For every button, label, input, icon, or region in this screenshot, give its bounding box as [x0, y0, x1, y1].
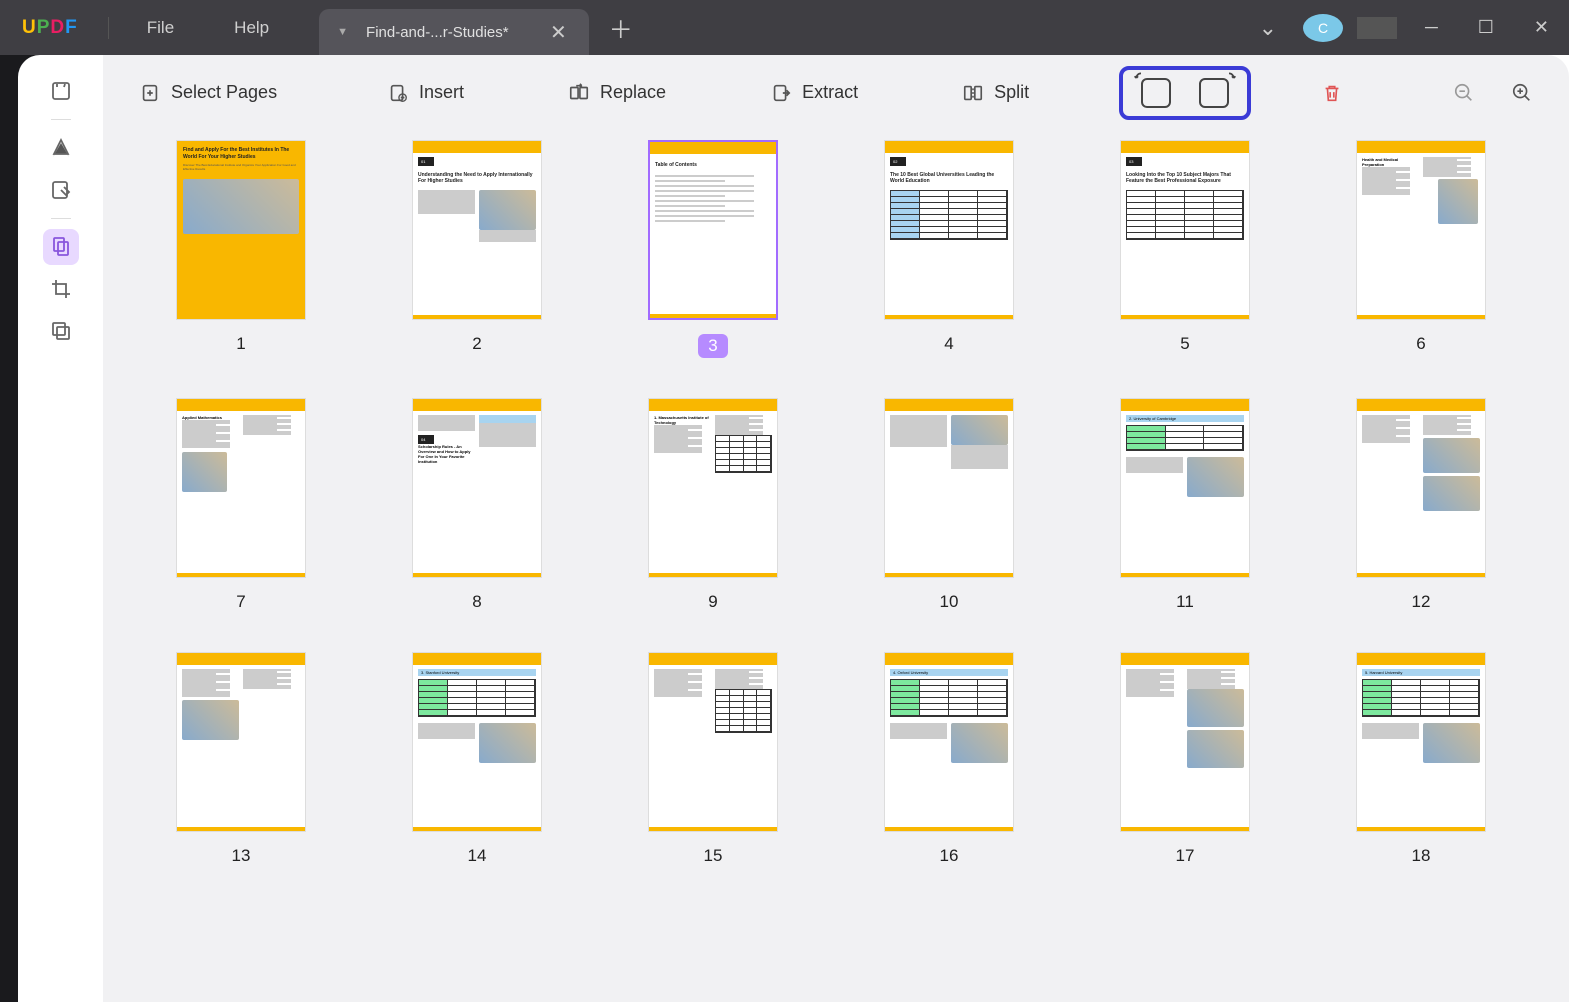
sidebar-crop[interactable] — [43, 271, 79, 307]
page-thumbnail[interactable]: 10 — [861, 398, 1037, 612]
page-thumbnail[interactable]: 3. Stanford University 14 — [389, 652, 565, 866]
page-number: 14 — [468, 846, 487, 866]
thumbnail-preview: 4. Oxford University — [884, 652, 1014, 832]
menu-file[interactable]: File — [117, 18, 204, 38]
page-number: 12 — [1412, 592, 1431, 612]
select-pages-button[interactable]: Select Pages — [125, 74, 291, 112]
divider — [1357, 17, 1397, 39]
thumbnail-preview: 3. Stanford University — [412, 652, 542, 832]
page-thumbnail[interactable]: 4. Oxford University 16 — [861, 652, 1037, 866]
page-thumbnail[interactable]: 04Scholarship Rules - An Overview and Ho… — [389, 398, 565, 612]
thumbnail-preview: Applied Mathematics — [176, 398, 306, 578]
split-button[interactable]: Split — [948, 74, 1043, 112]
page-number: 2 — [472, 334, 481, 354]
tab-dropdown-icon[interactable]: ▼ — [337, 26, 348, 38]
tab-title: Find-and-...r-Studies* — [366, 24, 536, 41]
close-button[interactable]: ✕ — [1514, 17, 1569, 38]
sidebar — [18, 55, 103, 1002]
page-number: 6 — [1416, 334, 1425, 354]
thumbnail-preview — [1120, 652, 1250, 832]
sidebar-organize[interactable] — [43, 229, 79, 265]
thumbnail-preview: 5. Harvard University — [1356, 652, 1486, 832]
main-panel: Select Pages Insert Replace Extract — [103, 55, 1569, 1002]
page-thumbnail[interactable]: 03Looking Into the Top 10 Subject Majors… — [1097, 140, 1273, 358]
page-number: 18 — [1412, 846, 1431, 866]
thumbnail-preview — [1356, 398, 1486, 578]
thumbnail-preview: 02The 10 Best Global Universities Leadin… — [884, 140, 1014, 320]
page-number: 5 — [1180, 334, 1189, 354]
page-thumbnail[interactable]: 13 — [153, 652, 329, 866]
sidebar-tools[interactable] — [43, 313, 79, 349]
page-number: 1 — [236, 334, 245, 354]
menu-help[interactable]: Help — [204, 18, 299, 38]
thumbnail-preview: Table of Contents — [648, 140, 778, 320]
zoom-in-button[interactable] — [1497, 74, 1547, 112]
page-number: 7 — [236, 592, 245, 612]
thumbnail-preview — [648, 652, 778, 832]
thumbnail-preview: Find and Apply For the Best Institutes I… — [176, 140, 306, 320]
delete-page-button[interactable] — [1307, 74, 1357, 112]
page-thumbnail[interactable]: 15 — [625, 652, 801, 866]
rotate-right-button[interactable] — [1199, 78, 1229, 108]
titlebar: UPDF File Help ▼ Find-and-...r-Studies* … — [0, 0, 1569, 55]
page-thumbnail[interactable]: 12 — [1333, 398, 1509, 612]
page-thumbnail[interactable]: 17 — [1097, 652, 1273, 866]
insert-button[interactable]: Insert — [373, 74, 478, 112]
page-number: 8 — [472, 592, 481, 612]
app-logo: UPDF — [0, 17, 100, 39]
sidebar-reader[interactable] — [43, 73, 79, 109]
thumbnail-preview: 04Scholarship Rules - An Overview and Ho… — [412, 398, 542, 578]
page-number: 16 — [940, 846, 959, 866]
maximize-button[interactable]: ☐ — [1458, 17, 1514, 38]
thumbnail-grid: Find and Apply For the Best Institutes I… — [153, 140, 1509, 866]
page-number: 4 — [944, 334, 953, 354]
thumbnail-preview: 01Understanding the Need to Apply Intern… — [412, 140, 542, 320]
page-thumbnail[interactable]: 1. Massachusetts Institute of Technology… — [625, 398, 801, 612]
document-tab[interactable]: ▼ Find-and-...r-Studies* ✕ — [319, 9, 589, 55]
page-number: 10 — [940, 592, 959, 612]
close-tab-icon[interactable]: ✕ — [546, 20, 571, 45]
page-thumbnail[interactable]: 01Understanding the Need to Apply Intern… — [389, 140, 565, 358]
extract-button[interactable]: Extract — [756, 74, 872, 112]
thumbnail-grid-scroll[interactable]: Find and Apply For the Best Institutes I… — [103, 130, 1569, 1002]
page-number: 3 — [698, 334, 727, 358]
organize-toolbar: Select Pages Insert Replace Extract — [103, 55, 1569, 130]
page-number: 11 — [1176, 592, 1194, 612]
thumbnail-preview — [884, 398, 1014, 578]
page-number: 17 — [1176, 846, 1195, 866]
page-number: 13 — [232, 846, 251, 866]
add-tab-button[interactable]: ＋ — [589, 10, 653, 45]
sidebar-comment[interactable] — [43, 130, 79, 166]
page-thumbnail[interactable]: Applied Mathematics 7 — [153, 398, 329, 612]
window-controls: ⌄ C ─ ☐ ✕ — [1239, 14, 1569, 42]
page-number: 15 — [704, 846, 723, 866]
thumbnail-preview: 03Looking Into the Top 10 Subject Majors… — [1120, 140, 1250, 320]
zoom-out-button[interactable] — [1439, 74, 1489, 112]
replace-button[interactable]: Replace — [554, 74, 680, 112]
page-thumbnail[interactable]: Health and Medical Preparation 6 — [1333, 140, 1509, 358]
thumbnail-preview: 1. Massachusetts Institute of Technology — [648, 398, 778, 578]
sidebar-edit[interactable] — [43, 172, 79, 208]
page-thumbnail[interactable]: 2. University of Cambridge 11 — [1097, 398, 1273, 612]
page-thumbnail[interactable]: 02The 10 Best Global Universities Leadin… — [861, 140, 1037, 358]
page-number: 9 — [708, 592, 717, 612]
page-thumbnail[interactable]: Table of Contents 3 — [625, 140, 801, 358]
thumbnail-preview: 2. University of Cambridge — [1120, 398, 1250, 578]
thumbnail-preview — [176, 652, 306, 832]
user-avatar[interactable]: C — [1303, 14, 1343, 42]
rotate-left-button[interactable] — [1141, 78, 1171, 108]
page-thumbnail[interactable]: 5. Harvard University 18 — [1333, 652, 1509, 866]
page-thumbnail[interactable]: Find and Apply For the Best Institutes I… — [153, 140, 329, 358]
chevron-down-icon[interactable]: ⌄ — [1239, 15, 1297, 41]
rotate-group-highlighted — [1119, 66, 1251, 120]
divider — [108, 17, 109, 39]
thumbnail-preview: Health and Medical Preparation — [1356, 140, 1486, 320]
minimize-button[interactable]: ─ — [1405, 17, 1458, 38]
